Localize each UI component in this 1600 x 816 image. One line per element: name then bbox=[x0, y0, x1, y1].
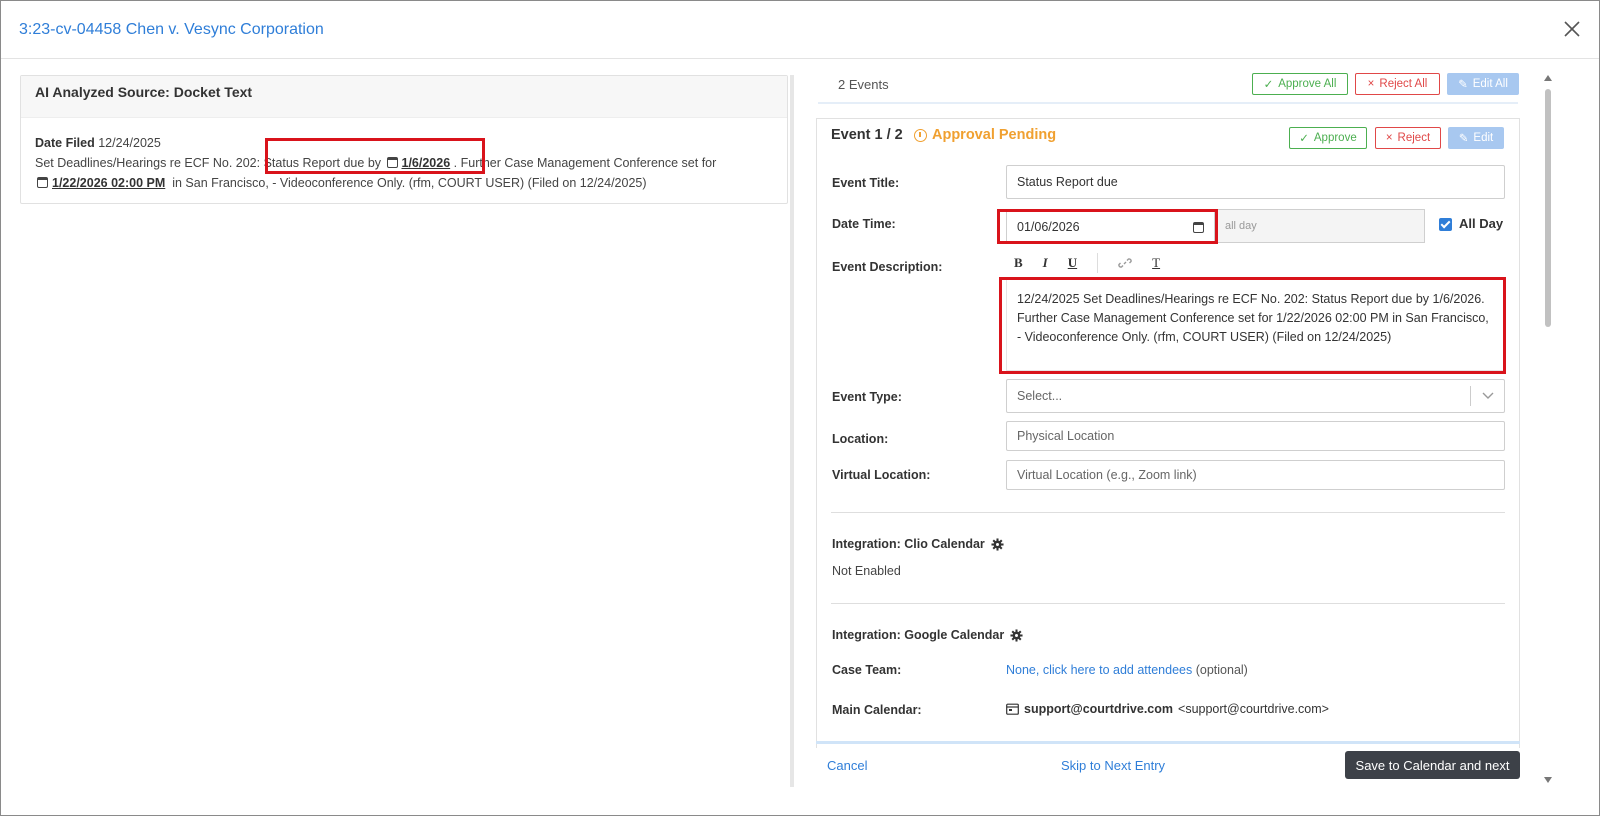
bold-button[interactable]: B bbox=[1014, 255, 1023, 271]
approve-all-button[interactable]: ✓ Approve All bbox=[1252, 73, 1348, 95]
source-body: Date Filed 12/24/2025 Set Deadlines/Hear… bbox=[21, 118, 787, 208]
header-separator bbox=[818, 102, 1518, 104]
case-team-value: None, click here to add attendees (optio… bbox=[1006, 663, 1248, 677]
status-badge: Approval Pending bbox=[914, 127, 1056, 143]
event-type-select[interactable]: Select... bbox=[1006, 379, 1505, 413]
x-icon: × bbox=[1385, 132, 1393, 144]
event-title-label: Event Title: bbox=[832, 176, 900, 190]
reject-all-label: Reject All bbox=[1379, 78, 1428, 90]
date-link-status-report[interactable]: 1/6/2026 bbox=[402, 156, 451, 170]
footer-separator bbox=[816, 741, 1520, 744]
all-day-label: All Day bbox=[1459, 216, 1504, 231]
time-input[interactable]: all day bbox=[1225, 220, 1257, 232]
scroll-down-arrow[interactable] bbox=[1544, 777, 1552, 783]
all-day-checkbox[interactable] bbox=[1439, 218, 1452, 231]
reject-all-button[interactable]: × Reject All bbox=[1355, 73, 1440, 95]
date-filed-label: Date Filed bbox=[35, 136, 95, 150]
scroll-up-arrow[interactable] bbox=[1544, 75, 1552, 81]
location-placeholder: Physical Location bbox=[1017, 429, 1115, 443]
chevron-down-icon[interactable] bbox=[1470, 386, 1504, 406]
virtual-location-input[interactable]: Virtual Location (e.g., Zoom link) bbox=[1006, 460, 1505, 490]
calendar-name: support@courtdrive.com bbox=[1024, 702, 1174, 716]
docket-text-2: . Further Case Management Conference set… bbox=[453, 156, 717, 170]
date-input[interactable]: 01/06/2026 bbox=[1007, 210, 1215, 244]
description-label: Event Description: bbox=[832, 260, 943, 274]
date-filed-value: 12/24/2025 bbox=[98, 136, 161, 150]
calendar-icon bbox=[386, 157, 398, 168]
close-icon[interactable] bbox=[1561, 18, 1583, 40]
date-value: 01/06/2026 bbox=[1017, 220, 1080, 234]
modal-header: 3:23-cv-04458 Chen v. Vesync Corporation bbox=[1, 1, 1599, 59]
clear-format-button[interactable]: T bbox=[1152, 255, 1160, 271]
save-button[interactable]: Save to Calendar and next bbox=[1345, 751, 1520, 779]
case-team-label: Case Team: bbox=[832, 663, 902, 677]
approve-button[interactable]: ✓ Approve bbox=[1289, 127, 1367, 149]
calendar-icon bbox=[37, 177, 48, 188]
clio-label-text: Integration: Clio Calendar bbox=[832, 537, 985, 551]
docket-text-3: in San Francisco, - Videoconference Only… bbox=[172, 176, 647, 190]
modal-dialog: 3:23-cv-04458 Chen v. Vesync Corporation… bbox=[0, 0, 1600, 816]
dialog-title: 3:23-cv-04458 Chen v. Vesync Corporation bbox=[19, 21, 324, 38]
clio-status: Not Enabled bbox=[832, 564, 901, 578]
edit-all-button[interactable]: ✎ Edit All bbox=[1447, 73, 1519, 95]
pencil-icon: ✎ bbox=[1458, 79, 1468, 91]
source-heading: AI Analyzed Source: Docket Text bbox=[21, 76, 787, 118]
x-icon: × bbox=[1367, 78, 1375, 90]
status-text: Approval Pending bbox=[932, 127, 1057, 143]
pencil-icon: ✎ bbox=[1458, 133, 1469, 145]
reject-button[interactable]: × Reject bbox=[1375, 127, 1441, 149]
event-type-placeholder: Select... bbox=[1017, 389, 1063, 403]
gear-icon[interactable] bbox=[991, 537, 1004, 551]
edit-label: Edit bbox=[1473, 132, 1494, 144]
source-card: AI Analyzed Source: Docket Text Date Fil… bbox=[20, 75, 788, 204]
date-link-cmc[interactable]: 1/22/2026 02:00 PM bbox=[52, 176, 165, 190]
edit-all-label: Edit All bbox=[1472, 78, 1508, 90]
location-input[interactable]: Physical Location bbox=[1006, 421, 1505, 451]
cancel-button[interactable]: Cancel bbox=[827, 758, 867, 773]
calendar-email: <support@courtdrive.com> bbox=[1178, 702, 1329, 716]
scroll-thumb[interactable] bbox=[1545, 89, 1551, 327]
event-counter: Event 1 / 2 bbox=[831, 127, 903, 143]
gear-icon[interactable] bbox=[1010, 628, 1023, 642]
events-count: 2 Events bbox=[838, 77, 889, 92]
underline-button[interactable]: U bbox=[1068, 255, 1077, 271]
divider bbox=[831, 603, 1505, 604]
calendar-icon bbox=[1006, 703, 1019, 715]
editor-toolbar: B I U T bbox=[1006, 249, 1505, 277]
add-attendees-link[interactable]: None, click here to add attendees bbox=[1006, 663, 1192, 677]
datetime-label: Date Time: bbox=[832, 217, 896, 231]
link-icon[interactable] bbox=[1118, 256, 1132, 270]
main-calendar-label: Main Calendar: bbox=[832, 703, 922, 717]
edit-button[interactable]: ✎ Edit bbox=[1448, 127, 1504, 149]
italic-button[interactable]: I bbox=[1043, 255, 1048, 271]
clock-icon bbox=[914, 128, 927, 142]
approve-all-label: Approve All bbox=[1278, 78, 1337, 90]
main-calendar-value: support@courtdrive.com <support@courtdri… bbox=[1006, 702, 1329, 716]
check-icon: ✓ bbox=[1263, 79, 1274, 91]
panel-splitter[interactable] bbox=[790, 75, 794, 787]
scrollbar[interactable] bbox=[1542, 75, 1554, 787]
skip-button[interactable]: Skip to Next Entry bbox=[1061, 758, 1165, 773]
event-type-label: Event Type: bbox=[832, 390, 902, 404]
optional-text: (optional) bbox=[1195, 663, 1248, 677]
virtual-location-label: Virtual Location: bbox=[832, 468, 931, 482]
event-title-input[interactable]: Status Report due bbox=[1006, 165, 1505, 199]
reject-label: Reject bbox=[1397, 132, 1431, 144]
datetime-field: 01/06/2026 all day bbox=[1006, 209, 1425, 244]
clio-integration-label: Integration: Clio Calendar bbox=[832, 537, 1004, 551]
virtual-location-placeholder: Virtual Location (e.g., Zoom link) bbox=[1017, 468, 1197, 482]
location-label: Location: bbox=[832, 432, 889, 446]
description-editor[interactable]: 12/24/2025 Set Deadlines/Hearings re ECF… bbox=[1006, 279, 1505, 371]
date-picker-icon[interactable] bbox=[1193, 221, 1204, 233]
divider bbox=[831, 512, 1505, 513]
approve-label: Approve bbox=[1313, 132, 1357, 144]
event-card: Event 1 / 2 Approval Pending ✓ Approve × R… bbox=[816, 118, 1520, 748]
toolbar-divider bbox=[1097, 253, 1099, 273]
docket-text-1: Set Deadlines/Hearings re ECF No. 202: S… bbox=[35, 156, 382, 170]
google-integration-label: Integration: Google Calendar bbox=[832, 628, 1023, 642]
google-label-text: Integration: Google Calendar bbox=[832, 628, 1005, 642]
check-icon: ✓ bbox=[1299, 133, 1309, 145]
